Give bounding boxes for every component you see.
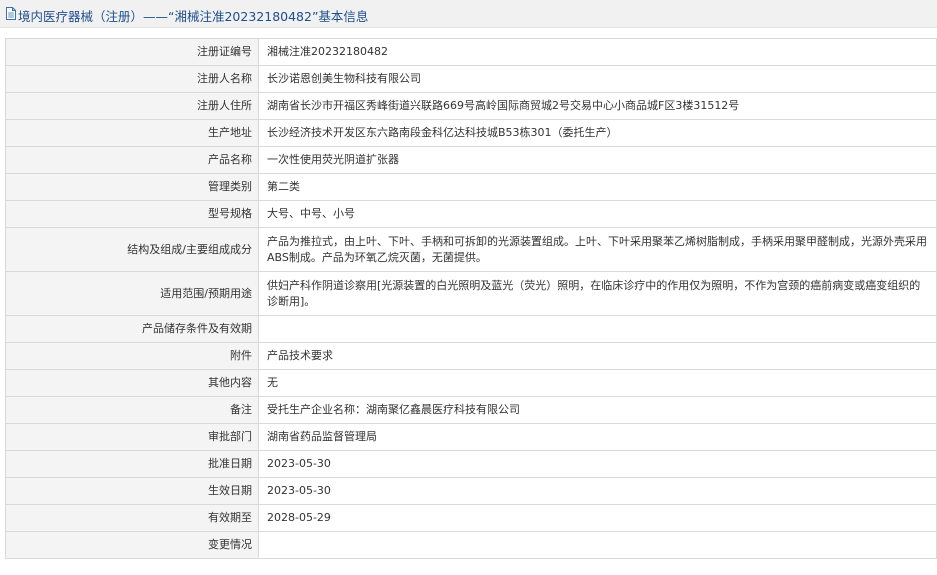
page-title-bar: 境内医疗器械（注册）——“湘械注准20232180482”基本信息: [0, 0, 937, 28]
table-row: 批准日期 2023-05-30: [5, 450, 937, 478]
field-label: 批准日期: [5, 450, 259, 478]
table-row: 适用范围/预期用途 供妇产科作阴道诊察用[光源装置的白光照明及蓝光（荧光）照明，…: [5, 271, 937, 316]
table-row: 生效日期 2023-05-30: [5, 477, 937, 505]
field-label: 管理类别: [5, 173, 259, 201]
table-row: 产品名称 一次性使用荧光阴道扩张器: [5, 146, 937, 174]
document-icon: [6, 7, 16, 20]
field-value: 2023-05-30: [258, 450, 937, 478]
field-value: 湘械注准20232180482: [258, 38, 937, 66]
table-row: 结构及组成/主要组成成分 产品为推拉式，由上叶、下叶、手柄和可拆卸的光源装置组成…: [5, 227, 937, 272]
field-value: 大号、中号、小号: [258, 200, 937, 228]
field-label: 型号规格: [5, 200, 259, 228]
field-value: 一次性使用荧光阴道扩张器: [258, 146, 937, 174]
table-row: 注册人名称 长沙诺恩创美生物科技有限公司: [5, 65, 937, 93]
table-row: 有效期至 2028-05-29: [5, 504, 937, 532]
field-value: 湖南省药品监督管理局: [258, 423, 937, 451]
field-label: 备注: [5, 396, 259, 424]
field-value: 产品技术要求: [258, 342, 937, 370]
field-label: 注册证编号: [5, 38, 259, 66]
field-value: 2023-05-30: [258, 477, 937, 505]
registration-info-table: 注册证编号 湘械注准20232180482 注册人名称 长沙诺恩创美生物科技有限…: [5, 38, 937, 559]
field-value: 长沙诺恩创美生物科技有限公司: [258, 65, 937, 93]
field-value: 受托生产企业名称：湖南聚亿鑫晨医疗科技有限公司: [258, 396, 937, 424]
field-value: 湖南省长沙市开福区秀峰街道兴联路669号高岭国际商贸城2号交易中心小商品城F区3…: [258, 92, 937, 120]
field-label: 注册人名称: [5, 65, 259, 93]
field-value: 第二类: [258, 173, 937, 201]
field-value: 2028-05-29: [258, 504, 937, 532]
table-row: 注册证编号 湘械注准20232180482: [5, 38, 937, 66]
table-row: 附件 产品技术要求: [5, 342, 937, 370]
table-row: 产品储存条件及有效期: [5, 315, 937, 343]
table-row: 审批部门 湖南省药品监督管理局: [5, 423, 937, 451]
table-row: 备注 受托生产企业名称：湖南聚亿鑫晨医疗科技有限公司: [5, 396, 937, 424]
field-label: 生产地址: [5, 119, 259, 147]
field-value: [258, 315, 937, 343]
field-label: 生效日期: [5, 477, 259, 505]
page-title: 境内医疗器械（注册）——“湘械注准20232180482”基本信息: [18, 9, 369, 24]
field-value: 产品为推拉式，由上叶、下叶、手柄和可拆卸的光源装置组成。上叶、下叶采用聚苯乙烯树…: [258, 227, 937, 272]
table-row: 变更情况: [5, 531, 937, 559]
table-row: 其他内容 无: [5, 369, 937, 397]
field-value: 无: [258, 369, 937, 397]
field-value: [258, 531, 937, 559]
field-label: 审批部门: [5, 423, 259, 451]
table-row: 生产地址 长沙经济技术开发区东六路南段金科亿达科技城B53栋301（委托生产）: [5, 119, 937, 147]
field-label: 产品储存条件及有效期: [5, 315, 259, 343]
field-label: 适用范围/预期用途: [5, 271, 259, 316]
field-value: 供妇产科作阴道诊察用[光源装置的白光照明及蓝光（荧光）照明，在临床诊疗中的作用仅…: [258, 271, 937, 316]
field-value: 长沙经济技术开发区东六路南段金科亿达科技城B53栋301（委托生产）: [258, 119, 937, 147]
table-row: 注册人住所 湖南省长沙市开福区秀峰街道兴联路669号高岭国际商贸城2号交易中心小…: [5, 92, 937, 120]
field-label: 产品名称: [5, 146, 259, 174]
field-label: 变更情况: [5, 531, 259, 559]
field-label: 其他内容: [5, 369, 259, 397]
table-row: 管理类别 第二类: [5, 173, 937, 201]
field-label: 结构及组成/主要组成成分: [5, 227, 259, 272]
field-label: 有效期至: [5, 504, 259, 532]
field-label: 附件: [5, 342, 259, 370]
field-label: 注册人住所: [5, 92, 259, 120]
table-row: 型号规格 大号、中号、小号: [5, 200, 937, 228]
